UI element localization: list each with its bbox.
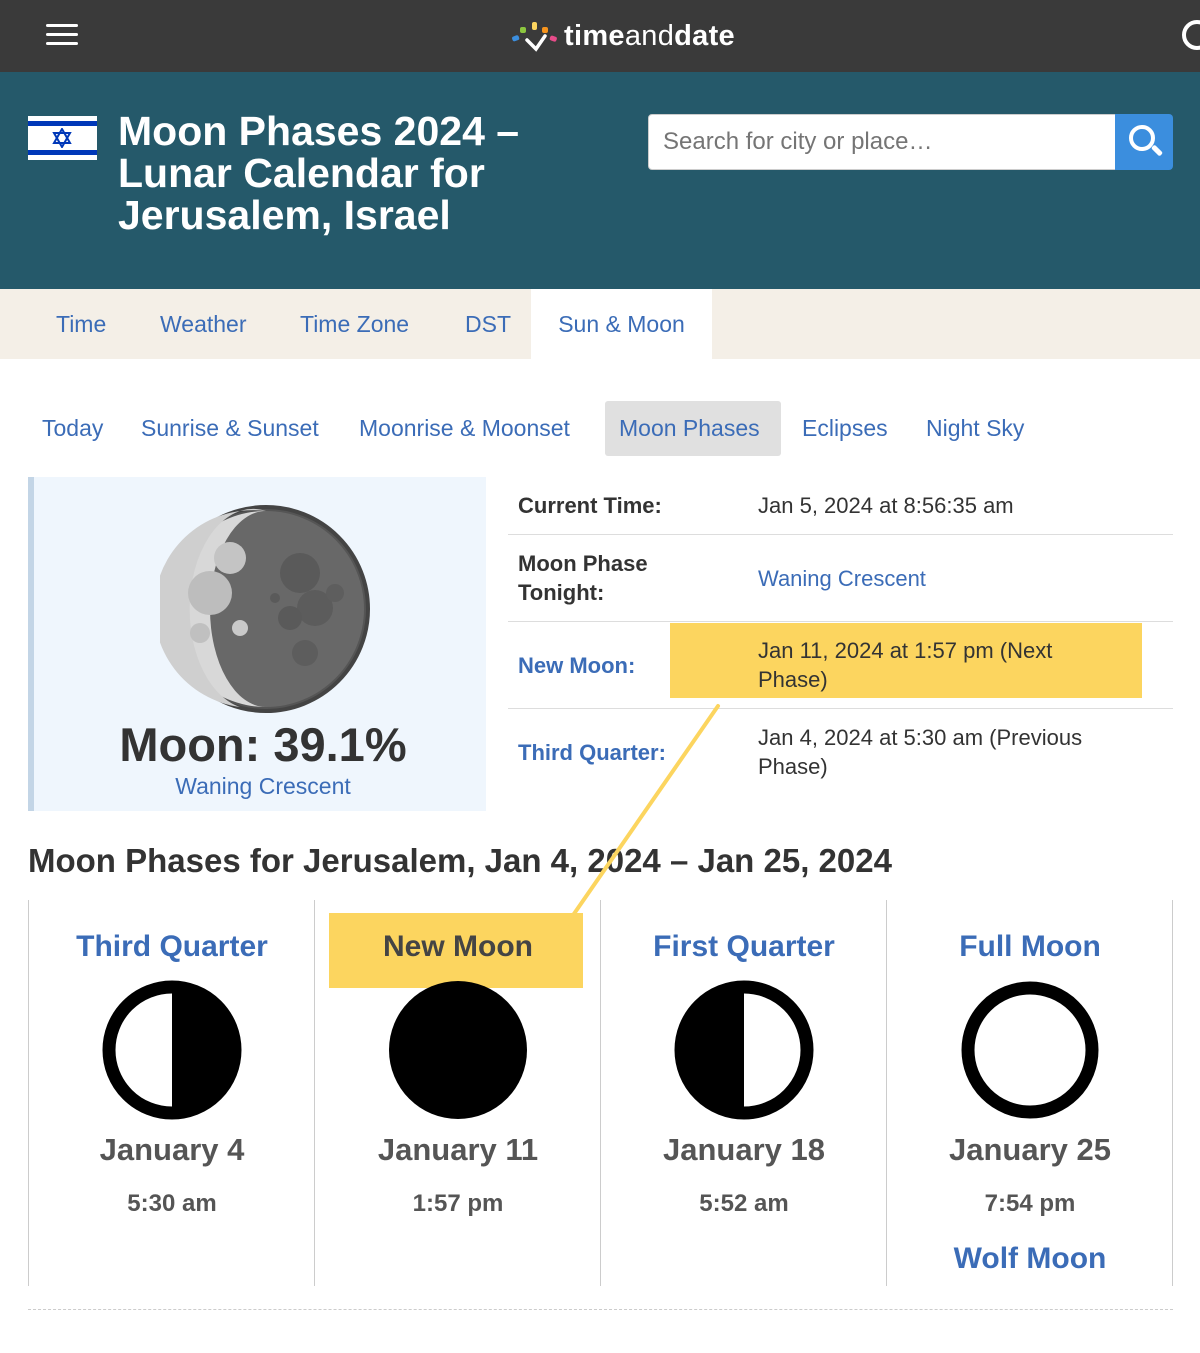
hamburger-icon[interactable] bbox=[46, 24, 80, 48]
moon-name-link[interactable]: Wolf Moon bbox=[887, 1242, 1173, 1276]
info-value: Jan 4, 2024 at 5:30 am (Previous Phase) bbox=[758, 725, 1083, 779]
israel-flag-icon bbox=[28, 116, 97, 160]
new-moon-icon bbox=[389, 981, 527, 1119]
moon-phase-link[interactable]: Waning Crescent bbox=[34, 773, 492, 800]
phase-time: 7:54 pm bbox=[984, 1190, 1076, 1217]
divider bbox=[28, 1309, 1173, 1310]
sub-nav-today[interactable]: Today bbox=[28, 401, 117, 456]
phase-name-link[interactable]: Third Quarter bbox=[29, 930, 315, 964]
info-value: Jan 5, 2024 at 8:56:35 am bbox=[758, 493, 1014, 518]
phase-card: New Moon January 11 1:57 pm bbox=[314, 900, 600, 1286]
info-row-new-moon: New Moon: Jan 11, 2024 at 1:57 pm (Next … bbox=[508, 622, 1173, 709]
site-logo[interactable]: timeanddate bbox=[510, 18, 735, 54]
main-nav-weather[interactable]: Weather bbox=[160, 289, 247, 359]
phase-date: January 11 bbox=[377, 1132, 539, 1167]
sub-nav-sunrise-sunset[interactable]: Sunrise & Sunset bbox=[127, 401, 333, 456]
third-quarter-link[interactable]: Third Quarter: bbox=[518, 738, 666, 767]
info-label: Current Time: bbox=[518, 493, 662, 518]
search-button[interactable] bbox=[1115, 114, 1173, 170]
info-row-current-time: Current Time: Jan 5, 2024 at 8:56:35 am bbox=[508, 478, 1173, 535]
top-bar: timeanddate bbox=[0, 0, 1200, 72]
phase-date: January 18 bbox=[663, 1132, 825, 1167]
info-row-third-quarter: Third Quarter: Jan 4, 2024 at 5:30 am (P… bbox=[508, 709, 1173, 797]
main-nav-time[interactable]: Time bbox=[56, 289, 106, 359]
info-label: Moon Phase Tonight: bbox=[518, 551, 648, 605]
info-row-tonight: Moon Phase Tonight: Waning Crescent bbox=[508, 535, 1173, 622]
phase-date: January 4 bbox=[99, 1132, 245, 1167]
current-moon-panel: Moon: 39.1% Waning Crescent bbox=[28, 477, 486, 811]
logo-mark-icon bbox=[510, 18, 564, 54]
first-quarter-icon bbox=[674, 980, 814, 1120]
sub-nav-night-sky[interactable]: Night Sky bbox=[912, 401, 1038, 456]
info-value: Jan 11, 2024 at 1:57 pm (Next Phase) bbox=[758, 638, 1053, 692]
search-input[interactable] bbox=[648, 114, 1116, 170]
new-moon-link[interactable]: New Moon: bbox=[518, 651, 635, 680]
sub-nav-moonrise-moonset[interactable]: Moonrise & Moonset bbox=[345, 401, 584, 456]
full-moon-icon bbox=[961, 981, 1099, 1119]
main-nav: Time Weather Time Zone DST Sun & Moon bbox=[0, 289, 1200, 359]
phase-card: First Quarter January 18 5:52 am bbox=[600, 900, 886, 1286]
search-icon[interactable] bbox=[1182, 20, 1200, 50]
page-title: Moon Phases 2024 – Lunar Calendar for Je… bbox=[118, 108, 520, 238]
tonight-phase-link[interactable]: Waning Crescent bbox=[758, 564, 1158, 593]
phase-name-link[interactable]: First Quarter bbox=[601, 930, 887, 964]
third-quarter-icon bbox=[102, 980, 242, 1120]
phase-date: January 25 bbox=[949, 1132, 1111, 1167]
sub-nav-eclipses[interactable]: Eclipses bbox=[788, 401, 902, 456]
logo-text: timeanddate bbox=[564, 19, 735, 52]
sub-nav-moon-phases[interactable]: Moon Phases bbox=[605, 401, 781, 456]
phase-name-link[interactable]: Full Moon bbox=[887, 930, 1173, 964]
phase-time: 5:30 am bbox=[127, 1190, 217, 1217]
main-nav-dst[interactable]: DST bbox=[465, 289, 511, 359]
moon-percentage: Moon: 39.1% bbox=[119, 718, 407, 771]
phase-card: Third Quarter January 4 5:30 am bbox=[28, 900, 314, 1286]
main-nav-time-zone[interactable]: Time Zone bbox=[300, 289, 409, 359]
phase-time: 5:52 am bbox=[699, 1190, 789, 1217]
main-nav-sun-moon[interactable]: Sun & Moon bbox=[531, 289, 712, 359]
phase-card: Full Moon January 25 7:54 pm Wolf Moon bbox=[886, 900, 1173, 1286]
moon-illustration bbox=[160, 505, 370, 713]
phase-name: New Moon bbox=[383, 930, 533, 963]
phase-time: 1:57 pm bbox=[412, 1190, 504, 1217]
section-title: Moon Phases for Jerusalem, Jan 4, 2024 –… bbox=[28, 842, 892, 879]
